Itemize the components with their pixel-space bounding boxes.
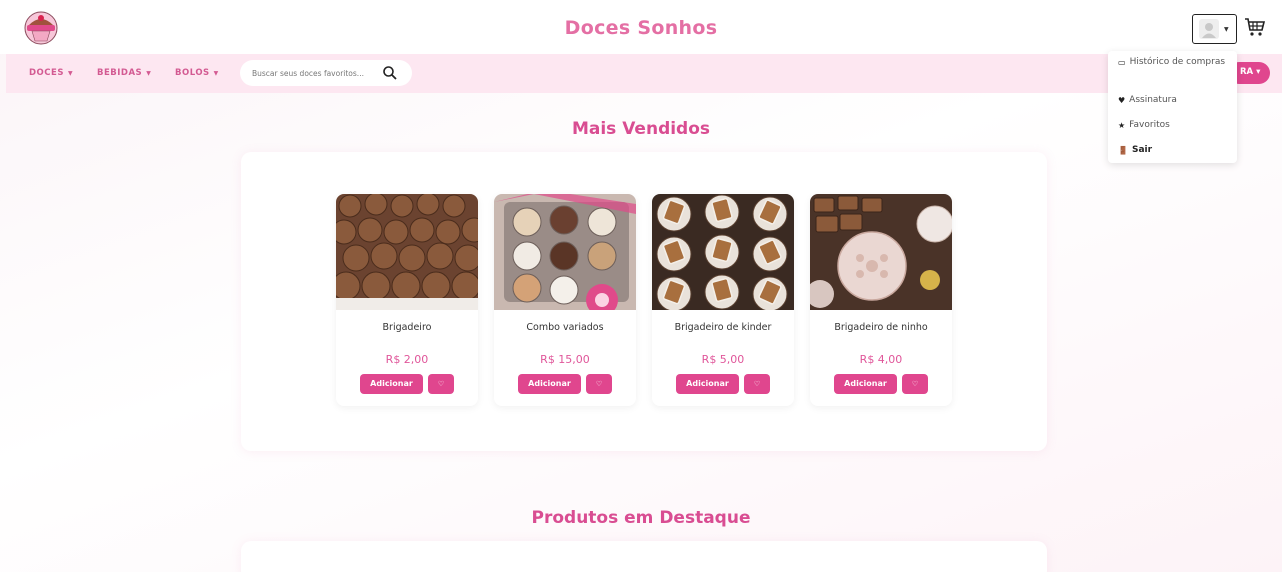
user-dropdown-menu: ▭ Histórico de compras ♥ Assinatura ★ Fa… bbox=[1108, 51, 1237, 163]
menu-item-label: Assinatura bbox=[1129, 95, 1177, 105]
menu-item-label: Histórico de compras bbox=[1129, 57, 1226, 67]
nav-item-doces[interactable]: DOCES ▼ bbox=[29, 68, 73, 78]
best-sellers-panel: Brigadeiro R$ 2,00 Adicionar ♡ Combo var… bbox=[241, 152, 1047, 451]
chevron-down-icon: ▼ bbox=[67, 70, 74, 77]
chevron-down-icon: ▼ bbox=[1224, 25, 1229, 33]
product-price: R$ 2,00 bbox=[385, 353, 429, 366]
nav-item-label: BOLOS bbox=[175, 68, 210, 78]
product-card[interactable]: Brigadeiro R$ 2,00 Adicionar ♡ bbox=[336, 194, 478, 406]
nav-item-bebidas[interactable]: BEBIDAS ▼ bbox=[97, 68, 151, 78]
product-name: Brigadeiro de ninho bbox=[834, 322, 928, 333]
search-placeholder: Buscar seus doces favoritos... bbox=[252, 68, 364, 78]
favorite-button[interactable]: ♡ bbox=[744, 374, 770, 394]
product-card[interactable]: Combo variados R$ 15,00 Adicionar ♡ bbox=[494, 194, 636, 406]
menu-item-logout[interactable]: 🚪 Sair bbox=[1118, 145, 1152, 156]
menu-item-purchase-history[interactable]: ▭ Histórico de compras bbox=[1118, 57, 1228, 68]
nav-item-label: DOCES bbox=[29, 68, 64, 78]
nav-item-label: BEBIDAS bbox=[97, 68, 143, 78]
heart-icon: ♥ bbox=[1118, 96, 1126, 105]
add-to-cart-button[interactable]: Adicionar bbox=[676, 374, 739, 394]
top-header: Doces Sonhos ▼ bbox=[0, 0, 1282, 54]
star-icon: ★ bbox=[1118, 121, 1126, 130]
product-name: Brigadeiro de kinder bbox=[674, 322, 772, 333]
monitor-icon: ▭ bbox=[1118, 58, 1126, 67]
product-card[interactable]: Brigadeiro de ninho R$ 4,00 Adicionar ♡ bbox=[810, 194, 952, 406]
product-name: Combo variados bbox=[526, 322, 604, 333]
featured-products-title: Produtos em Destaque bbox=[531, 508, 751, 528]
category-nav: DOCES ▼ BEBIDAS ▼ BOLOS ▼ Buscar seus doces… bbox=[6, 54, 1282, 93]
door-icon: 🚪 bbox=[1118, 146, 1128, 155]
heart-icon: ♡ bbox=[595, 380, 603, 388]
user-avatar-icon bbox=[1199, 19, 1219, 39]
product-image[interactable] bbox=[652, 194, 794, 310]
chevron-down-icon: ▼ bbox=[213, 70, 219, 77]
heart-icon: ♡ bbox=[437, 380, 445, 388]
product-name: Brigadeiro bbox=[382, 322, 432, 333]
product-image[interactable] bbox=[494, 194, 636, 310]
product-image[interactable] bbox=[810, 194, 952, 310]
menu-item-label: Sair bbox=[1131, 145, 1153, 155]
add-to-cart-button[interactable]: Adicionar bbox=[834, 374, 897, 394]
cart-icon[interactable] bbox=[1244, 16, 1266, 38]
chevron-down-icon: ▼ bbox=[146, 70, 152, 77]
favorite-button[interactable]: ♡ bbox=[428, 374, 454, 394]
heart-icon: ♡ bbox=[911, 380, 919, 388]
menu-item-label: Favoritos bbox=[1129, 120, 1170, 130]
menu-item-subscription[interactable]: ♥ Assinatura bbox=[1118, 95, 1177, 106]
heart-icon: ♡ bbox=[753, 380, 761, 388]
nav-item-bolos[interactable]: BOLOS ▼ bbox=[175, 68, 219, 78]
product-price: R$ 15,00 bbox=[540, 353, 590, 366]
add-to-cart-button[interactable]: Adicionar bbox=[518, 374, 581, 394]
search-input[interactable]: Buscar seus doces favoritos... bbox=[240, 60, 412, 86]
brand-title[interactable]: Doces Sonhos bbox=[0, 17, 1282, 39]
product-price: R$ 5,00 bbox=[701, 353, 745, 366]
favorite-button[interactable]: ♡ bbox=[586, 374, 612, 394]
menu-item-favorites[interactable]: ★ Favoritos bbox=[1118, 120, 1170, 131]
search-icon[interactable] bbox=[382, 65, 398, 81]
product-price: R$ 4,00 bbox=[859, 353, 903, 366]
product-image[interactable] bbox=[336, 194, 478, 310]
product-card[interactable]: Brigadeiro de kinder R$ 5,00 Adicionar ♡ bbox=[652, 194, 794, 406]
add-to-cart-button[interactable]: Adicionar bbox=[360, 374, 423, 394]
featured-products-panel bbox=[241, 541, 1047, 572]
favorite-button[interactable]: ♡ bbox=[902, 374, 928, 394]
best-sellers-title: Mais Vendidos bbox=[571, 119, 711, 139]
user-menu-button[interactable]: ▼ bbox=[1192, 14, 1237, 44]
